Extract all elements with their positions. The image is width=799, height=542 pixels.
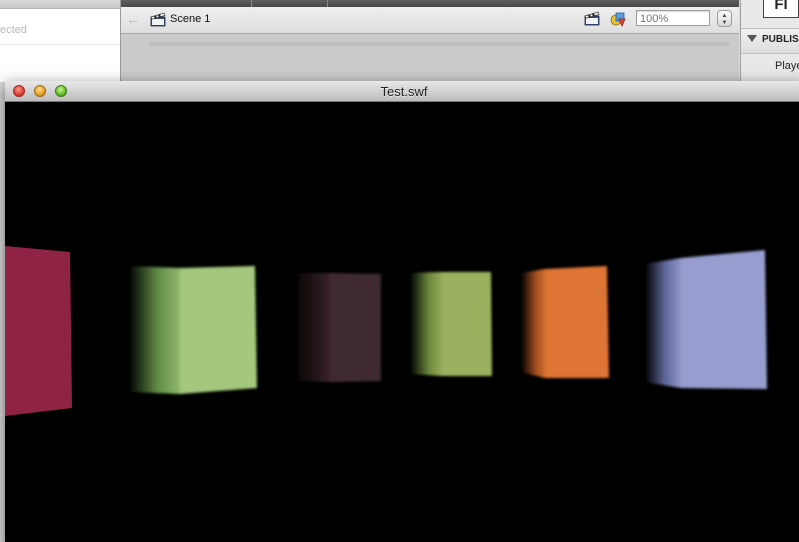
flash-logo: Fl bbox=[763, 0, 799, 18]
edit-scene-icon[interactable] bbox=[584, 10, 601, 27]
edit-bar: ← Scene 1 100% ▲ ▼ bbox=[121, 7, 739, 34]
swf-content[interactable] bbox=[5, 102, 799, 542]
swf-player-window: Test.swf bbox=[5, 81, 799, 542]
player-label: Playe bbox=[775, 60, 799, 72]
cube-crimson bbox=[5, 246, 72, 416]
document-area: ← Scene 1 100% ▲ ▼ bbox=[121, 0, 739, 82]
cube-dark-plum bbox=[293, 273, 381, 382]
screen: ected ← Scene 1 100% ▲ ▼ Fl PUBLIS Play … bbox=[0, 0, 799, 542]
back-arrow-icon[interactable]: ← bbox=[126, 11, 140, 27]
properties-panel: Fl PUBLISH Playe bbox=[740, 0, 799, 82]
left-panel-header bbox=[0, 0, 120, 9]
cube-olive-green bbox=[410, 272, 492, 376]
zoom-stepper[interactable]: ▲ ▼ bbox=[717, 10, 732, 27]
left-panel-placeholder-text: ected bbox=[0, 24, 27, 36]
document-tab[interactable] bbox=[252, 0, 328, 7]
stage-edge bbox=[149, 42, 729, 46]
window-title: Test.swf bbox=[380, 84, 428, 99]
publish-section-header[interactable]: PUBLISH bbox=[741, 28, 799, 54]
left-panel: ected bbox=[0, 0, 121, 82]
clapperboard-icon bbox=[150, 12, 166, 27]
cube-light-green bbox=[129, 266, 257, 394]
edit-symbols-icon[interactable] bbox=[610, 10, 628, 27]
document-tabs bbox=[121, 0, 739, 7]
cube-scene bbox=[5, 246, 767, 416]
window-titlebar[interactable]: Test.swf bbox=[5, 81, 799, 102]
zoom-input[interactable]: 100% bbox=[636, 10, 710, 26]
stepper-up-icon[interactable]: ▲ bbox=[718, 13, 731, 19]
divider bbox=[0, 44, 120, 45]
stepper-down-icon[interactable]: ▼ bbox=[718, 20, 731, 26]
cube-orange bbox=[521, 266, 609, 378]
document-tab[interactable] bbox=[121, 0, 252, 7]
cube-lavender bbox=[645, 250, 767, 389]
publish-section-title: PUBLISH bbox=[762, 34, 799, 45]
scene-label[interactable]: Scene 1 bbox=[170, 13, 210, 25]
disclosure-triangle-icon[interactable] bbox=[747, 35, 757, 42]
